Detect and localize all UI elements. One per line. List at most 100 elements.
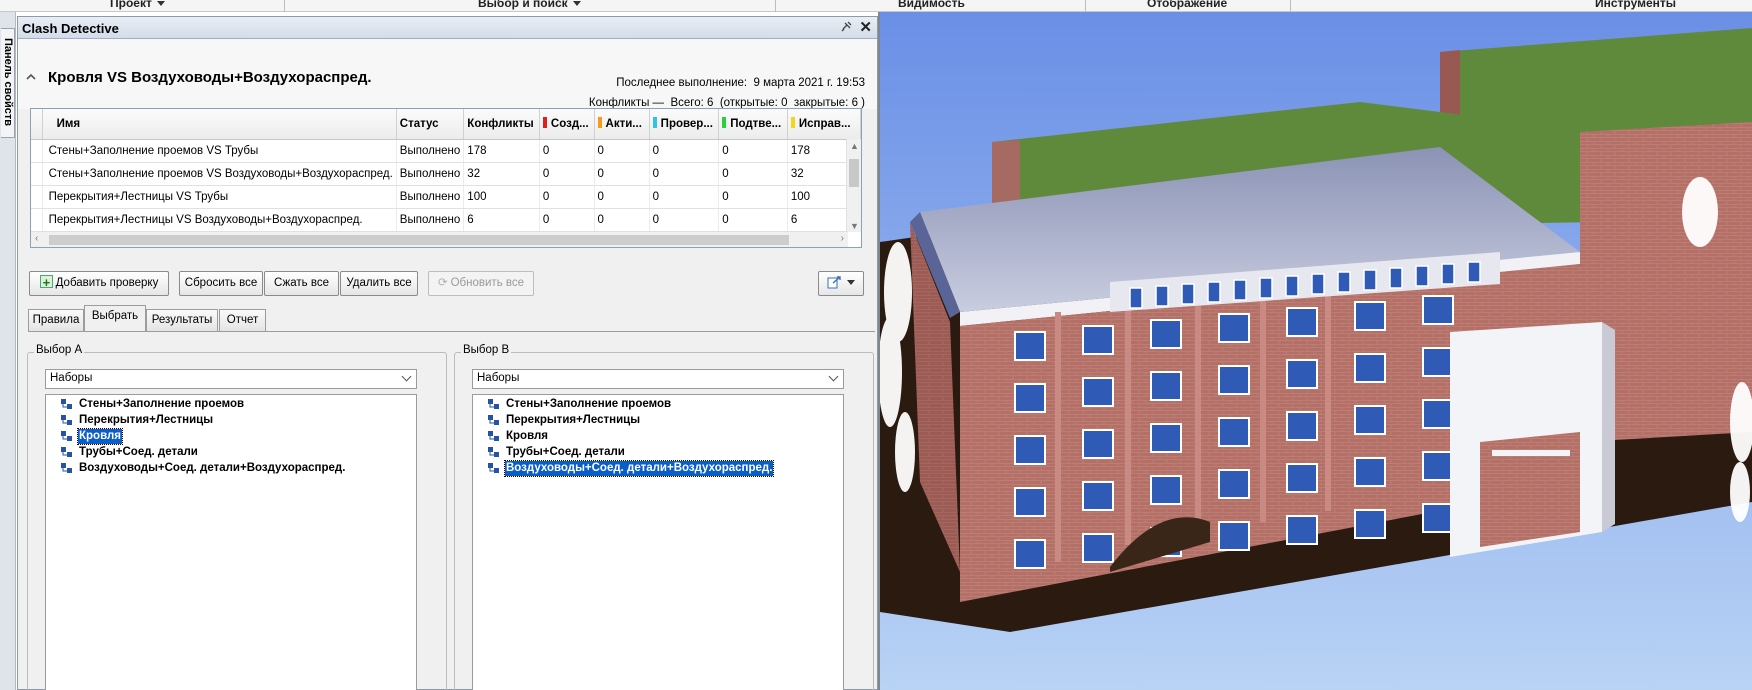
ribbon-tab-select-search[interactable]: Выбор и поиск [478,0,581,10]
selection-set-icon [488,447,499,457]
cell-active: 0 [594,185,650,209]
window-mark [1082,377,1114,407]
selection-a-combo[interactable]: Наборы [45,369,417,389]
selection-set-icon [61,399,72,409]
column-header-active[interactable]: Акти... [594,109,650,140]
selection-a-tree[interactable]: Стены+Заполнение проемов Перекрытия+Лест… [45,394,417,690]
scrollbar-thumb[interactable] [849,159,859,187]
panel-title: Clash Detective [22,21,119,36]
add-test-button[interactable]: Добавить проверку [29,271,169,296]
cell-status: Выполнено [396,208,465,232]
cell-conflicts: 6 [463,208,540,232]
export-icon [827,276,841,289]
chevron-down-icon [156,1,165,7]
row-gutter [31,208,43,232]
ribbon-tab-tools[interactable]: Инструменты [1595,0,1676,10]
properties-side-tab[interactable]: Панель свойств [1,28,15,138]
window-mark [1311,273,1325,295]
cell-conflicts: 100 [463,185,540,209]
column-header-approved[interactable]: Подтве... [718,109,788,140]
row-gutter [31,139,43,163]
window-mark [1218,417,1250,447]
window-mark [1337,271,1351,293]
window-mark [1014,383,1046,413]
column-header-conflicts[interactable]: Конфликты [463,109,540,140]
window-mark [1014,487,1046,517]
tab-report[interactable]: Отчет [219,309,266,331]
table-row[interactable]: Стены+Заполнение проемов VS Воздуховоды+… [31,162,861,186]
selection-a-group: Выбор A Наборы Стены+Заполнение проемов … [27,344,447,690]
tab-rules[interactable]: Правила [28,309,84,331]
cell-status: Выполнено [396,185,465,209]
3d-viewport[interactable] [878,12,1752,690]
table-row[interactable]: Перекрытия+Лестницы VS Трубы Выполнено 1… [31,185,861,209]
cell-conflicts: 32 [463,162,540,186]
window-mark [1150,319,1182,349]
selection-set-icon [61,463,72,473]
window-mark [1014,539,1046,569]
window-mark [1286,515,1318,545]
grid-horizontal-scrollbar[interactable]: ‹ › [31,231,848,247]
scroll-up-icon[interactable]: ▲ [850,141,859,151]
ribbon-separator [1085,0,1086,12]
last-run-label: Последнее выполнение: [616,77,748,89]
scroll-down-icon[interactable]: ▼ [850,221,859,231]
column-header-resolved[interactable]: Исправ... [787,109,861,140]
collapse-up-icon[interactable] [26,72,36,82]
ribbon-tab-project[interactable]: Проект [110,0,165,10]
selection-b-legend: Выбор B [461,344,512,356]
column-header-status[interactable]: Статус [396,109,465,140]
close-icon[interactable]: ✕ [859,18,872,36]
window-mark [1286,463,1318,493]
building-model-render[interactable] [878,12,1752,690]
window-mark [1082,533,1114,563]
grid-header-row: Имя Статус Конфликты Созд... Акти... Про… [31,109,861,140]
window-mark [1422,503,1454,533]
window-mark [1354,457,1386,487]
selection-set-icon [61,447,72,457]
table-row[interactable]: Перекрытия+Лестницы VS Воздуховоды+Возду… [31,208,861,232]
update-all-button[interactable]: ⟳ Обновить все [428,271,534,296]
window-mark [1181,283,1195,305]
cell-new: 0 [539,139,595,163]
cell-active: 0 [594,139,650,163]
column-header-reviewed[interactable]: Провер... [649,109,720,140]
table-row[interactable]: Стены+Заполнение проемов VS Трубы Выполн… [31,139,861,163]
side-dock-strip: Панель свойств [0,12,16,690]
clash-detective-panel: Clash Detective ✕ Кровля VS Воздуховоды+… [17,16,878,690]
window-mark [1286,359,1318,389]
window-mark [1363,269,1377,291]
ribbon-tab-display[interactable]: Отображение [1147,0,1227,10]
selection-b-combo[interactable]: Наборы [472,369,844,389]
window-mark [1014,331,1046,361]
column-header-new[interactable]: Созд... [539,109,595,140]
export-menu-button[interactable] [818,271,864,296]
ribbon-tab-visibility[interactable]: Видимость [898,0,965,10]
tests-grid: Имя Статус Конфликты Созд... Акти... Про… [30,108,862,248]
window-mark [1218,365,1250,395]
cell-approved: 0 [718,162,788,186]
column-header-name[interactable]: Имя [42,109,397,140]
tab-results[interactable]: Результаты [146,309,218,331]
cell-status: Выполнено [396,162,465,186]
tab-select[interactable]: Выбрать [84,305,146,332]
window-mark [1259,277,1273,299]
scroll-right-icon[interactable]: › [841,233,844,244]
reset-all-button[interactable]: Сбросить все [179,271,263,296]
selection-set-icon [488,415,499,425]
window-mark [1207,281,1221,303]
scrollbar-thumb[interactable] [49,235,789,245]
selection-b-tree[interactable]: Стены+Заполнение проемов Перекрытия+Лест… [472,394,844,690]
cell-name: Перекрытия+Лестницы VS Воздуховоды+Возду… [42,208,397,232]
cell-name: Перекрытия+Лестницы VS Трубы [42,185,397,209]
reviewed-status-swatch [652,117,657,129]
cell-approved: 0 [718,208,788,232]
grid-vertical-scrollbar[interactable]: ▲ ▼ [846,139,861,232]
delete-all-button[interactable]: Удалить все [340,271,418,296]
pin-icon[interactable] [840,20,853,36]
panel-title-bar: Clash Detective ✕ [18,17,877,39]
window-mark [1150,423,1182,453]
scroll-left-icon[interactable]: ‹ [35,233,38,244]
selection-set-icon [488,431,499,441]
compact-all-button[interactable]: Сжать все [264,271,339,296]
